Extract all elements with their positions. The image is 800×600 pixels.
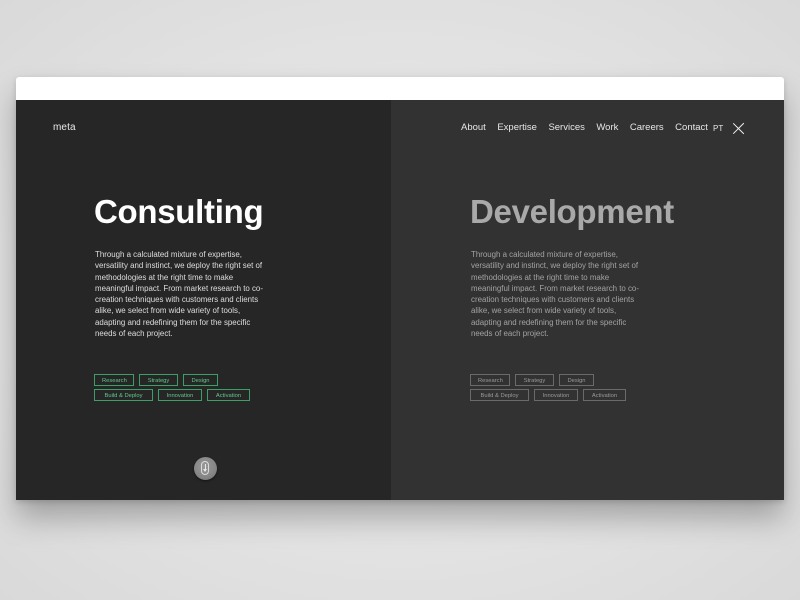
arrow-head [203, 469, 207, 472]
language-switch[interactable]: PT [713, 124, 723, 133]
development-title: Development [470, 193, 674, 230]
consulting-description: Through a calculated mixture of expertis… [95, 250, 263, 338]
tag-design[interactable]: Design [559, 374, 594, 386]
consulting-panel[interactable]: meta Consulting Through a calculated mix… [16, 100, 391, 500]
nav-item-services[interactable]: Services [548, 122, 584, 133]
close-icon[interactable] [732, 122, 745, 135]
nav-item-work[interactable]: Work [596, 122, 618, 133]
tag-innovation[interactable]: Innovation [534, 389, 578, 401]
development-description: Through a calculated mixture of expertis… [471, 250, 639, 338]
nav-item-careers[interactable]: Careers [630, 122, 664, 133]
tag-strategy[interactable]: Strategy [139, 374, 178, 386]
logo[interactable]: meta [53, 122, 76, 133]
page-content: meta Consulting Through a calculated mix… [16, 100, 784, 500]
nav-item-contact[interactable]: Contact [675, 122, 708, 133]
tag-activation[interactable]: Activation [207, 389, 250, 401]
tag-strategy[interactable]: Strategy [515, 374, 554, 386]
development-panel[interactable]: Development Through a calculated mixture… [391, 100, 784, 500]
browser-window: meta Consulting Through a calculated mix… [16, 77, 784, 500]
consulting-tags: Research Strategy Design Build & Deploy … [94, 374, 284, 404]
consulting-title: Consulting [94, 193, 264, 230]
window-titlebar [16, 77, 784, 100]
tag-research[interactable]: Research [470, 374, 510, 386]
tag-build-deploy[interactable]: Build & Deploy [94, 389, 153, 401]
development-tags: Research Strategy Design Build & Deploy … [470, 374, 660, 404]
tag-row: Research Strategy Design [470, 374, 660, 386]
tag-activation[interactable]: Activation [583, 389, 626, 401]
tag-design[interactable]: Design [183, 374, 218, 386]
tag-research[interactable]: Research [94, 374, 134, 386]
tag-row: Build & Deploy Innovation Activation [94, 389, 284, 401]
nav-item-about[interactable]: About [461, 122, 486, 133]
tag-innovation[interactable]: Innovation [158, 389, 202, 401]
tag-build-deploy[interactable]: Build & Deploy [470, 389, 529, 401]
tag-row: Build & Deploy Innovation Activation [470, 389, 660, 401]
tag-row: Research Strategy Design [94, 374, 284, 386]
main-nav: About Expertise Services Work Careers Co… [461, 122, 719, 133]
scroll-down-icon [201, 461, 209, 475]
scroll-down-button[interactable] [194, 457, 217, 480]
nav-item-expertise[interactable]: Expertise [497, 122, 537, 133]
